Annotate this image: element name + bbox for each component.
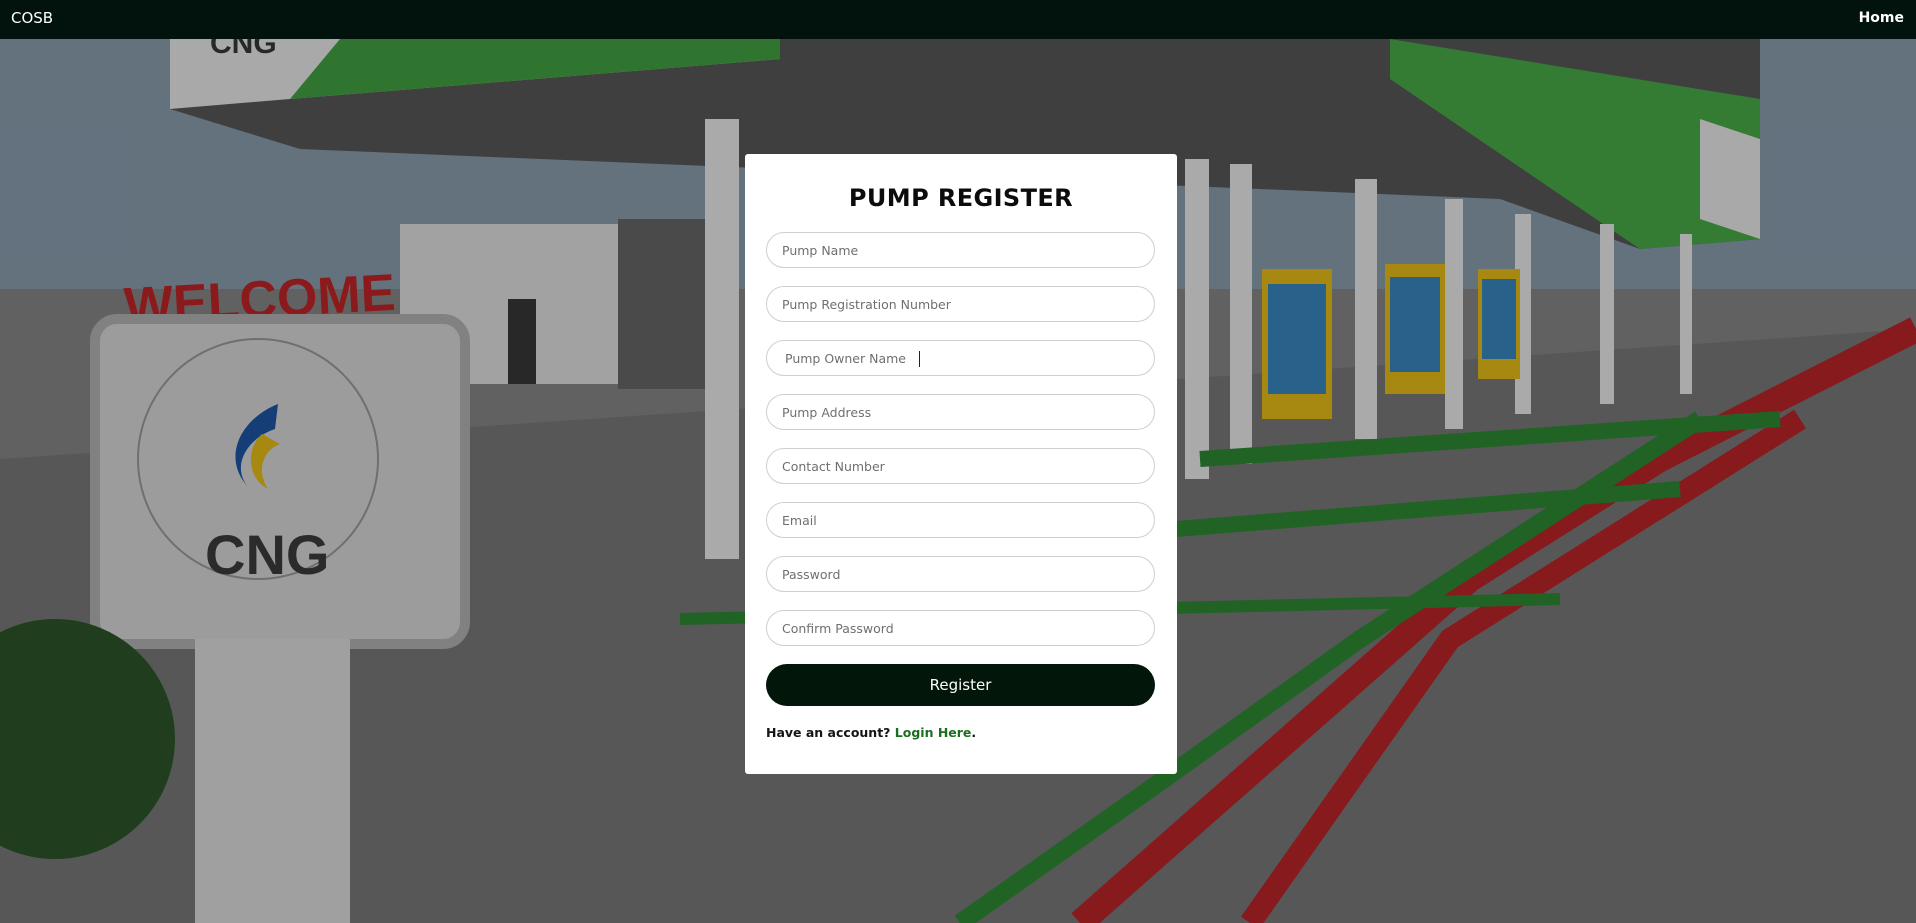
sign-cng-text: CNG (205, 523, 329, 586)
email-input[interactable] (767, 503, 1154, 537)
pump-owner-name-field[interactable] (766, 340, 1155, 376)
navbar: COSB Home (0, 0, 1916, 39)
pump-owner-name-input[interactable] (767, 341, 1154, 375)
pump-registration-number-field[interactable] (766, 286, 1155, 322)
confirm-password-field[interactable] (766, 610, 1155, 646)
register-button[interactable]: Register (766, 664, 1155, 706)
login-here-link[interactable]: Login Here (895, 725, 972, 740)
text-cursor (919, 351, 920, 367)
building-door (508, 299, 536, 384)
email-field[interactable] (766, 502, 1155, 538)
confirm-password-input[interactable] (767, 611, 1154, 645)
contact-number-field[interactable] (766, 448, 1155, 484)
have-account-text: Have an account? (766, 725, 891, 740)
page-title: PUMP REGISTER (848, 184, 1074, 212)
pump-name-field[interactable] (766, 232, 1155, 268)
canopy-right-end (1700, 119, 1760, 239)
contact-number-input[interactable] (767, 449, 1154, 483)
pump-registration-number-input[interactable] (767, 287, 1154, 321)
pump-name-input[interactable] (767, 233, 1154, 267)
brand-logo-text[interactable]: COSB (11, 9, 53, 27)
pump-register-card: PUMP REGISTER Register Have an account? … (745, 154, 1177, 774)
pump-address-input[interactable] (767, 395, 1154, 429)
nav-home-link[interactable]: Home (1859, 10, 1904, 26)
canopy-cng-text: CNG (210, 39, 277, 60)
password-input[interactable] (767, 557, 1154, 591)
login-prompt: Have an account? Login Here. (766, 725, 976, 740)
pump-address-field[interactable] (766, 394, 1155, 430)
password-field[interactable] (766, 556, 1155, 592)
login-suffix: . (971, 725, 977, 740)
